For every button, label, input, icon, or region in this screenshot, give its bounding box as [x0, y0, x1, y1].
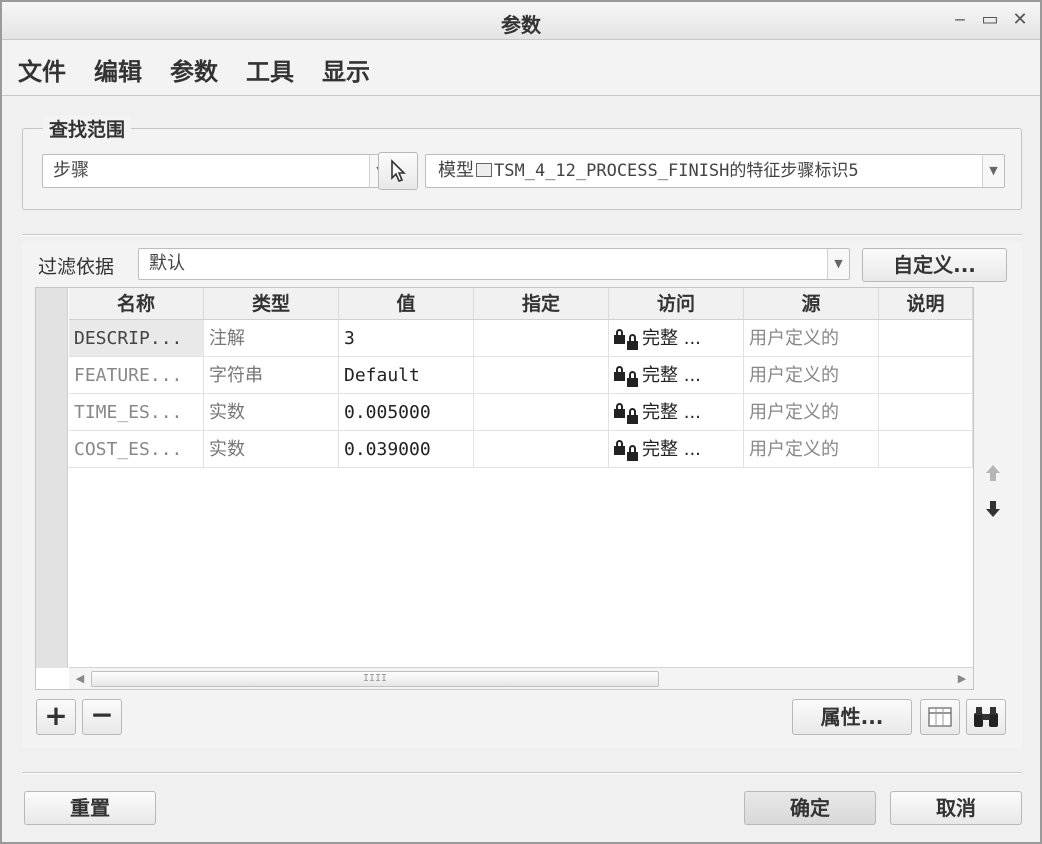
column-header-type[interactable]: 类型: [204, 288, 339, 320]
cell-access[interactable]: 完整 ...: [609, 394, 744, 431]
menu-parameters[interactable]: 参数: [170, 52, 218, 87]
parameters-table: 名称 类型 值 指定 访问 源 说明 DESCRIP... 注解 3 完整 ..…: [35, 287, 974, 690]
search-scope-group: 查找范围 步骤 ▼ 模型 TSM_4_12_PROCESS_FINISH的特征步骤…: [22, 115, 1022, 210]
chevron-down-icon: ▼: [982, 155, 1004, 187]
menu-edit[interactable]: 编辑: [94, 52, 142, 87]
filter-label: 过滤依据: [38, 256, 115, 278]
lock-icon: [614, 365, 640, 387]
reset-button[interactable]: 重置: [24, 791, 156, 825]
find-button[interactable]: [966, 699, 1006, 735]
cell-source[interactable]: 用户定义的: [744, 394, 879, 431]
arrow-up-icon: [986, 465, 1000, 481]
cell-value[interactable]: 3: [339, 320, 474, 357]
column-header-source[interactable]: 源: [744, 288, 879, 320]
cell-name[interactable]: FEATURE...: [69, 357, 204, 394]
lock-icon: [614, 328, 640, 350]
cell-value[interactable]: 0.005000: [339, 394, 474, 431]
maximize-button[interactable]: ▭: [978, 8, 1002, 32]
cell-designate[interactable]: [474, 431, 609, 468]
cell-name[interactable]: DESCRIP...: [69, 320, 204, 357]
menu-tools[interactable]: 工具: [246, 52, 294, 87]
cell-source[interactable]: 用户定义的: [744, 357, 879, 394]
section-divider: [22, 234, 1022, 236]
access-text: 完整 ...: [642, 365, 701, 386]
cell-description[interactable]: [879, 394, 973, 431]
window-title: 参数: [501, 13, 541, 37]
access-text: 完整 ...: [642, 328, 701, 349]
cancel-button[interactable]: 取消: [890, 791, 1022, 825]
cell-source[interactable]: 用户定义的: [744, 431, 879, 468]
cell-access[interactable]: 完整 ...: [609, 357, 744, 394]
row-header-column: [36, 288, 68, 668]
column-header-name[interactable]: 名称: [69, 288, 204, 320]
scroll-left-icon[interactable]: ◀: [71, 671, 89, 687]
scope-type-value: 步骤: [53, 160, 89, 181]
add-parameter-button[interactable]: +: [36, 699, 76, 735]
close-button[interactable]: ✕: [1008, 8, 1032, 32]
column-header-access[interactable]: 访问: [609, 288, 744, 320]
scroll-right-icon[interactable]: ▶: [953, 671, 971, 687]
cell-access[interactable]: 完整 ...: [609, 431, 744, 468]
cell-access[interactable]: 完整 ...: [609, 320, 744, 357]
scope-model-select[interactable]: 模型 TSM_4_12_PROCESS_FINISH的特征步骤标识5 ▼: [425, 154, 1005, 188]
lock-icon: [614, 439, 640, 461]
customize-button[interactable]: 自定义...: [862, 248, 1007, 282]
filter-select[interactable]: 默认 ▼: [138, 248, 850, 280]
menu-file[interactable]: 文件: [18, 52, 66, 87]
menu-bar: 文件 编辑 参数 工具 显示: [2, 40, 1040, 96]
model-prefix: 模型: [438, 160, 474, 181]
search-scope-legend: 查找范围: [43, 115, 132, 142]
cell-value[interactable]: 0.039000: [339, 431, 474, 468]
scope-type-select[interactable]: 步骤 ▼: [42, 154, 392, 188]
table-columns-icon: [928, 707, 952, 727]
cell-type[interactable]: 实数: [204, 431, 339, 468]
minimize-button[interactable]: ‒: [948, 8, 972, 32]
lock-icon: [614, 402, 640, 424]
access-text: 完整 ...: [642, 402, 701, 423]
cell-description[interactable]: [879, 431, 973, 468]
cell-type[interactable]: 注解: [204, 320, 339, 357]
column-header-description[interactable]: 说明: [879, 288, 973, 320]
cell-description[interactable]: [879, 320, 973, 357]
ok-button[interactable]: 确定: [744, 791, 876, 825]
move-down-button[interactable]: [982, 498, 1004, 520]
chevron-down-icon: ▼: [827, 249, 849, 279]
select-pointer-button[interactable]: [378, 152, 418, 190]
cell-source[interactable]: 用户定义的: [744, 320, 879, 357]
arrow-down-icon: [986, 501, 1000, 517]
select-pointer-icon: [391, 159, 406, 182]
cell-designate[interactable]: [474, 357, 609, 394]
binoculars-icon: [974, 707, 998, 727]
parameters-dialog: 参数 ‒ ▭ ✕ 文件 编辑 参数 工具 显示 查找范围 步骤 ▼ 模型 TSM_…: [0, 0, 1042, 844]
column-header-value[interactable]: 值: [339, 288, 474, 320]
cell-designate[interactable]: [474, 320, 609, 357]
cell-value[interactable]: Default: [339, 357, 474, 394]
access-text: 完整 ...: [642, 439, 701, 460]
scrollbar-thumb[interactable]: IIII: [91, 671, 659, 687]
model-value: TSM_4_12_PROCESS_FINISH的特征步骤标识5: [494, 161, 859, 181]
cell-designate[interactable]: [474, 394, 609, 431]
properties-button[interactable]: 属性...: [792, 699, 912, 735]
cell-name[interactable]: TIME_ES...: [69, 394, 204, 431]
cell-description[interactable]: [879, 357, 973, 394]
scroll-grip: IIII: [362, 673, 388, 684]
remove-parameter-button[interactable]: −: [82, 699, 122, 735]
move-up-button[interactable]: [982, 462, 1004, 484]
cell-type[interactable]: 实数: [204, 394, 339, 431]
cell-name[interactable]: COST_ES...: [69, 431, 204, 468]
title-bar: 参数 ‒ ▭ ✕: [2, 2, 1040, 40]
cell-type[interactable]: 字符串: [204, 357, 339, 394]
menu-display[interactable]: 显示: [322, 52, 370, 87]
horizontal-scrollbar[interactable]: ◀ IIII ▶: [69, 667, 973, 689]
part-icon: [476, 163, 492, 177]
footer-divider: [22, 772, 1022, 774]
table-columns-button[interactable]: [920, 699, 960, 735]
column-header-designate[interactable]: 指定: [474, 288, 609, 320]
filter-value: 默认: [149, 253, 185, 274]
